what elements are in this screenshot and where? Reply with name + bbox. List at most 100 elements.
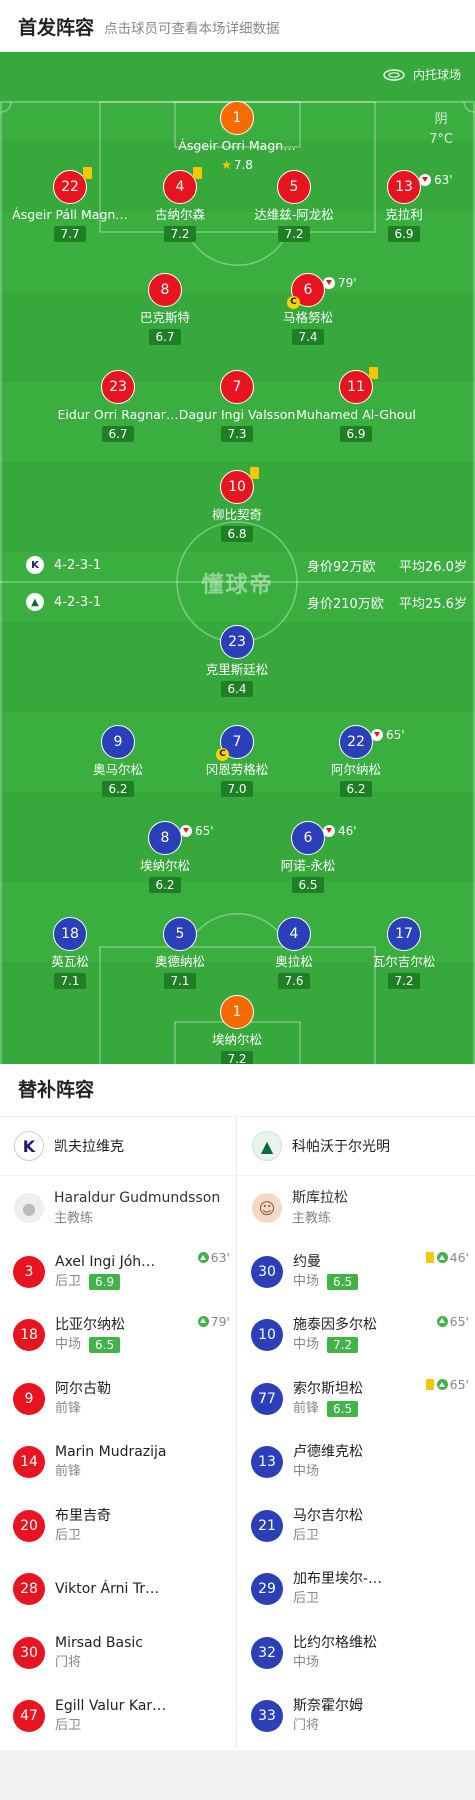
sub-player-meta: 后卫	[55, 1716, 166, 1736]
away-player[interactable]: 7 C 冈恩劳格松 7.0	[172, 725, 302, 797]
home-player[interactable]: 11 Muhamed Al-Ghoul 6.9	[291, 367, 421, 442]
sub-in-event: 65'	[436, 1314, 469, 1329]
sub-player-info: Mirsad Basic 门将	[55, 1633, 143, 1673]
player-number-badge: 10	[220, 467, 259, 504]
player-number-badge: 1	[220, 995, 254, 1029]
sub-in-event: 65'	[425, 1377, 469, 1392]
home-player[interactable]: 6 C 79' 马格努松 7.4	[243, 273, 373, 345]
player-number-badge: 20	[13, 1509, 45, 1542]
substitution-out: 65'	[371, 719, 405, 751]
sub-player-row[interactable]: 9 阿尔古勒 前锋	[0, 1367, 236, 1431]
sub-player-row[interactable]: 30 Mirsad Basic 门将	[0, 1621, 236, 1685]
away-player[interactable]: 22 65' 阿尔纳松 6.2	[291, 725, 421, 797]
home-player[interactable]: 10 柳比契奇 6.8	[172, 467, 302, 542]
away-subs-column: ▲ 科帕沃于尔光明 ☺ 斯库拉松 主教练 30 约曼 中场 6.5 46' 10 施泰因多尔…	[238, 1116, 475, 1748]
sub-player-info: Axel Ingi Jóh… 后卫 6.9	[55, 1252, 155, 1292]
away-coach-role: 主教练	[292, 1211, 332, 1226]
away-player[interactable]: 1 埃纳尔松 7.2	[172, 995, 302, 1064]
away-coach-name: 斯库拉松	[292, 1190, 348, 1206]
stadium-icon	[383, 68, 405, 81]
away-team-header[interactable]: ▲ 科帕沃于尔光明	[238, 1116, 475, 1176]
sub-player-name: Viktor Árni Tr…	[55, 1581, 160, 1598]
away-player[interactable]: 5 奥德纳松 7.1	[115, 917, 245, 989]
player-name: Ásgeir Orri Magn…	[178, 138, 296, 153]
captain-icon: C	[216, 748, 229, 761]
player-number-badge: 8 65'	[148, 821, 214, 855]
sub-player-info: 加布里埃尔-… 后卫	[293, 1569, 382, 1609]
sub-player-row[interactable]: 20 布里吉奇 后卫	[0, 1494, 236, 1558]
player-rating: 7.1	[54, 973, 86, 989]
away-player[interactable]: 8 65' 埃纳尔松 6.2	[100, 821, 230, 893]
player-number-badge: 29	[251, 1573, 283, 1606]
away-player[interactable]: 6 46' 阿诺-永松 6.5	[243, 821, 373, 893]
home-player[interactable]: 13 63' 克拉利 6.9	[339, 170, 469, 242]
sub-player-info: 施泰因多尔松 中场 7.2	[293, 1315, 377, 1355]
player-number-badge: 9	[101, 725, 135, 759]
sub-player-row[interactable]: 14 Marin Mudrazija 前锋	[0, 1431, 236, 1495]
sub-player-name: 施泰因多尔松	[293, 1317, 377, 1334]
player-name: 阿诺-永松	[280, 858, 336, 873]
substitution-out: 79'	[323, 267, 357, 299]
sub-player-name: 约曼	[293, 1253, 321, 1270]
player-number-badge: 23	[101, 370, 135, 404]
weather-condition: 阴	[434, 112, 448, 127]
sub-player-meta: 后卫	[293, 1526, 363, 1546]
sub-player-rating: 7.2	[327, 1337, 359, 1354]
home-player[interactable]: 8 巴克斯特 6.7	[100, 273, 230, 345]
sub-in-minute: 79'	[210, 1313, 230, 1329]
home-player[interactable]: 4 古纳尔森 7.2	[115, 167, 245, 242]
sub-player-row[interactable]: 30 约曼 中场 6.5 46'	[238, 1240, 475, 1304]
captain-icon: C	[287, 296, 300, 309]
player-number-badge: 32	[251, 1636, 283, 1669]
sub-player-name: 比约尔格维松	[293, 1634, 377, 1651]
sub-player-row[interactable]: 33 斯奈霍尔姆 门将	[238, 1685, 475, 1749]
sub-player-row[interactable]: 47 Egill Valur Kar… 后卫	[0, 1685, 236, 1749]
away-coach[interactable]: ☺ 斯库拉松 主教练	[238, 1176, 475, 1240]
player-name: 埃纳尔松	[211, 1032, 262, 1047]
player-rating: 6.7	[102, 426, 134, 442]
sub-player-row[interactable]: 77 索尔斯坦松 前锋 6.5 65'	[238, 1367, 475, 1431]
lineup-header: 首发阵容 点击球员可查看本场详细数据	[0, 0, 475, 52]
away-player[interactable]: 9 奥马尔松 6.2	[53, 725, 183, 797]
home-coach-name: Haraldur Gudmundsson	[54, 1190, 221, 1206]
sub-player-row[interactable]: 21 马尔吉尔松后卫	[238, 1494, 475, 1558]
player-name: 冈恩劳格松	[205, 762, 269, 777]
player-number-badge: 21	[251, 1509, 283, 1542]
sub-in-arrow-icon	[436, 1379, 448, 1390]
player-name: 奥马尔松	[92, 762, 143, 777]
sub-player-info: Viktor Árni Tr…	[55, 1579, 159, 1599]
away-formation-row: ▲ 4-2-3-1	[26, 593, 101, 611]
sub-player-position: 门将	[293, 1718, 320, 1734]
sub-player-position: 门将	[55, 1654, 82, 1670]
sub-player-name: 索尔斯坦松	[293, 1380, 363, 1397]
sub-player-info: 卢德维克松 中场	[293, 1442, 363, 1482]
sub-player-row[interactable]: 28 Viktor Árni Tr…	[0, 1558, 236, 1622]
home-market-value: 身价92万欧	[307, 560, 376, 575]
home-player[interactable]: 23 Eidur Orri Ragnar… 6.7	[53, 370, 183, 442]
away-player[interactable]: 17 瓦尔吉尔松 7.2	[339, 917, 469, 989]
yellow-card-icon	[425, 1379, 434, 1390]
sub-player-name: 马尔吉尔松	[293, 1507, 363, 1524]
sub-player-row[interactable]: 10 施泰因多尔松 中场 7.2 65'	[238, 1304, 475, 1368]
sub-out-minute: 65'	[195, 824, 214, 838]
home-team-header[interactable]: K 凯夫拉维克	[0, 1116, 236, 1176]
home-player[interactable]: 7 Dagur Ingi Valsson 7.3	[172, 370, 302, 442]
sub-player-row[interactable]: 29 加布里埃尔-… 后卫	[238, 1558, 475, 1622]
player-number-badge: 3	[13, 1255, 45, 1288]
away-player[interactable]: 23 克里斯廷松 6.4	[172, 625, 302, 697]
pitch: 内托球场 阴 7°C 懂球帝 K 4-2-3-1 身价92万欧 平均26.0岁 …	[0, 52, 475, 1064]
home-coach[interactable]: ● Haraldur Gudmundsson 主教练	[0, 1176, 236, 1240]
sub-player-row[interactable]: 32 比约尔格维松 中场	[238, 1621, 475, 1685]
sub-player-row[interactable]: 3 Axel Ingi Jóh… 后卫 6.9 63'	[0, 1240, 236, 1304]
sub-player-row[interactable]: 18 比亚尔纳松 中场 6.5 79'	[0, 1304, 236, 1368]
home-player[interactable]: 1 Ásgeir Orri Magn… ★ 7.8	[172, 101, 302, 173]
player-number-badge: 47	[13, 1700, 45, 1733]
player-rating: 6.5	[292, 877, 324, 893]
sub-player-name: 布里吉奇	[55, 1507, 111, 1524]
player-name: 阿尔纳松	[330, 762, 381, 777]
sub-player-row[interactable]: 13 卢德维克松 中场	[238, 1431, 475, 1495]
player-number-badge: 7C	[216, 725, 254, 761]
player-number-badge: 13	[251, 1446, 283, 1479]
player-rating: 7.4	[292, 329, 324, 345]
player-rating: 7.6	[278, 973, 310, 989]
